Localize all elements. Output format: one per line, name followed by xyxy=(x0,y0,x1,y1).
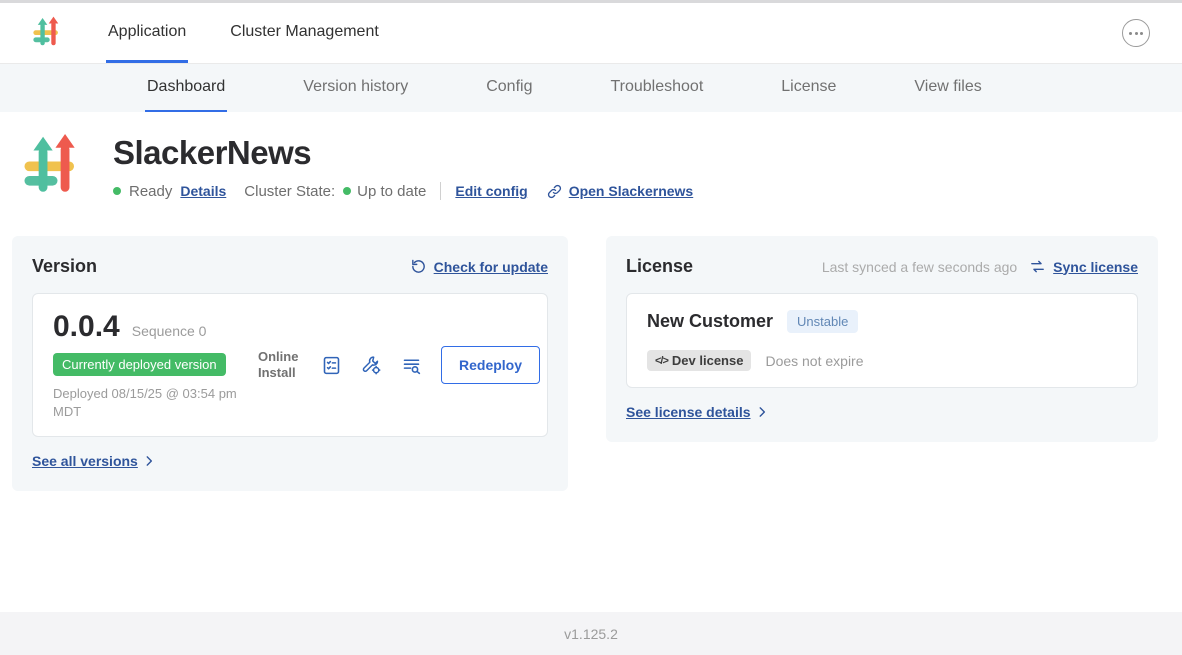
last-synced-text: Last synced a few seconds ago xyxy=(822,259,1017,275)
expiration-text: Does not expire xyxy=(765,353,863,369)
top-tabs: Application Cluster Management xyxy=(106,3,381,63)
release-notes-icon[interactable] xyxy=(321,355,342,376)
chevron-right-icon xyxy=(755,405,769,419)
tab-cluster-management-label: Cluster Management xyxy=(230,23,379,41)
version-number: 0.0.4 xyxy=(53,310,120,344)
install-type-label: Online Install xyxy=(258,349,302,382)
app-footer: v1.125.2 xyxy=(0,612,1182,655)
chevron-right-icon xyxy=(142,454,156,468)
divider xyxy=(440,182,441,200)
channel-badge: Unstable xyxy=(787,310,858,333)
page-title: SlackerNews xyxy=(113,134,693,172)
license-card: License Last synced a few seconds ago Sy… xyxy=(606,236,1158,442)
ready-status-dot xyxy=(113,187,121,195)
deployed-badge: Currently deployed version xyxy=(53,353,226,376)
code-icon: </> xyxy=(655,355,668,367)
app-header: SlackerNews Ready Details Cluster State:… xyxy=(0,112,1182,200)
sync-arrows-icon xyxy=(1029,258,1046,275)
tab-application[interactable]: Application xyxy=(106,3,188,63)
details-link[interactable]: Details xyxy=(180,183,226,199)
license-type-label: Dev license xyxy=(672,353,744,368)
cluster-state-value: Up to date xyxy=(357,183,426,200)
cluster-state-label: Cluster State: xyxy=(244,183,335,200)
main-content: SlackerNews Ready Details Cluster State:… xyxy=(0,112,1182,612)
top-navbar: Application Cluster Management xyxy=(0,0,1182,64)
subnav-config[interactable]: Config xyxy=(484,64,534,112)
tab-application-label: Application xyxy=(108,23,186,41)
tab-cluster-management[interactable]: Cluster Management xyxy=(228,3,381,63)
open-app-link[interactable]: Open Slackernews xyxy=(569,183,694,199)
overflow-menu-button[interactable] xyxy=(1122,19,1150,47)
customer-name: New Customer xyxy=(647,311,773,332)
version-card-title: Version xyxy=(32,256,97,277)
ellipsis-icon xyxy=(1129,32,1132,35)
cluster-state-dot xyxy=(343,187,351,195)
see-all-versions-link[interactable]: See all versions xyxy=(32,453,138,469)
subnav-dashboard[interactable]: Dashboard xyxy=(145,64,227,112)
license-details-box: New Customer Unstable </> Dev license Do… xyxy=(626,293,1138,388)
subnav-view-files[interactable]: View files xyxy=(912,64,983,112)
refresh-icon xyxy=(410,258,427,275)
slackernews-app-icon xyxy=(21,134,83,200)
dashboard-cards: Version Check for update 0.0.4 Sequence … xyxy=(0,236,1182,491)
sync-license-link[interactable]: Sync license xyxy=(1053,259,1138,275)
subnav-troubleshoot[interactable]: Troubleshoot xyxy=(608,64,705,112)
subnav-version-history[interactable]: Version history xyxy=(301,64,410,112)
license-type-badge: </> Dev license xyxy=(647,350,751,371)
redeploy-button[interactable]: Redeploy xyxy=(441,346,540,384)
license-card-title: License xyxy=(626,256,693,277)
link-icon xyxy=(546,183,563,200)
check-for-update-link[interactable]: Check for update xyxy=(434,259,548,275)
config-wrench-icon[interactable] xyxy=(361,355,382,376)
edit-config-link[interactable]: Edit config xyxy=(455,183,527,199)
app-logo xyxy=(32,3,62,63)
sequence-label: Sequence 0 xyxy=(132,323,207,339)
current-version-box: 0.0.4 Sequence 0 Currently deployed vers… xyxy=(32,293,548,437)
app-subnav: Dashboard Version history Config Trouble… xyxy=(0,64,1182,112)
subnav-license[interactable]: License xyxy=(779,64,838,112)
ready-status-label: Ready xyxy=(129,183,172,200)
slackernews-logo-icon xyxy=(32,16,62,50)
app-status-row: Ready Details Cluster State: Up to date … xyxy=(113,182,693,200)
deployed-timestamp: Deployed 08/15/25 @ 03:54 pm MDT xyxy=(53,385,258,420)
deploy-logs-icon[interactable] xyxy=(401,355,422,376)
console-version: v1.125.2 xyxy=(564,626,618,642)
version-card: Version Check for update 0.0.4 Sequence … xyxy=(12,236,568,491)
see-license-details-link[interactable]: See license details xyxy=(626,404,751,420)
